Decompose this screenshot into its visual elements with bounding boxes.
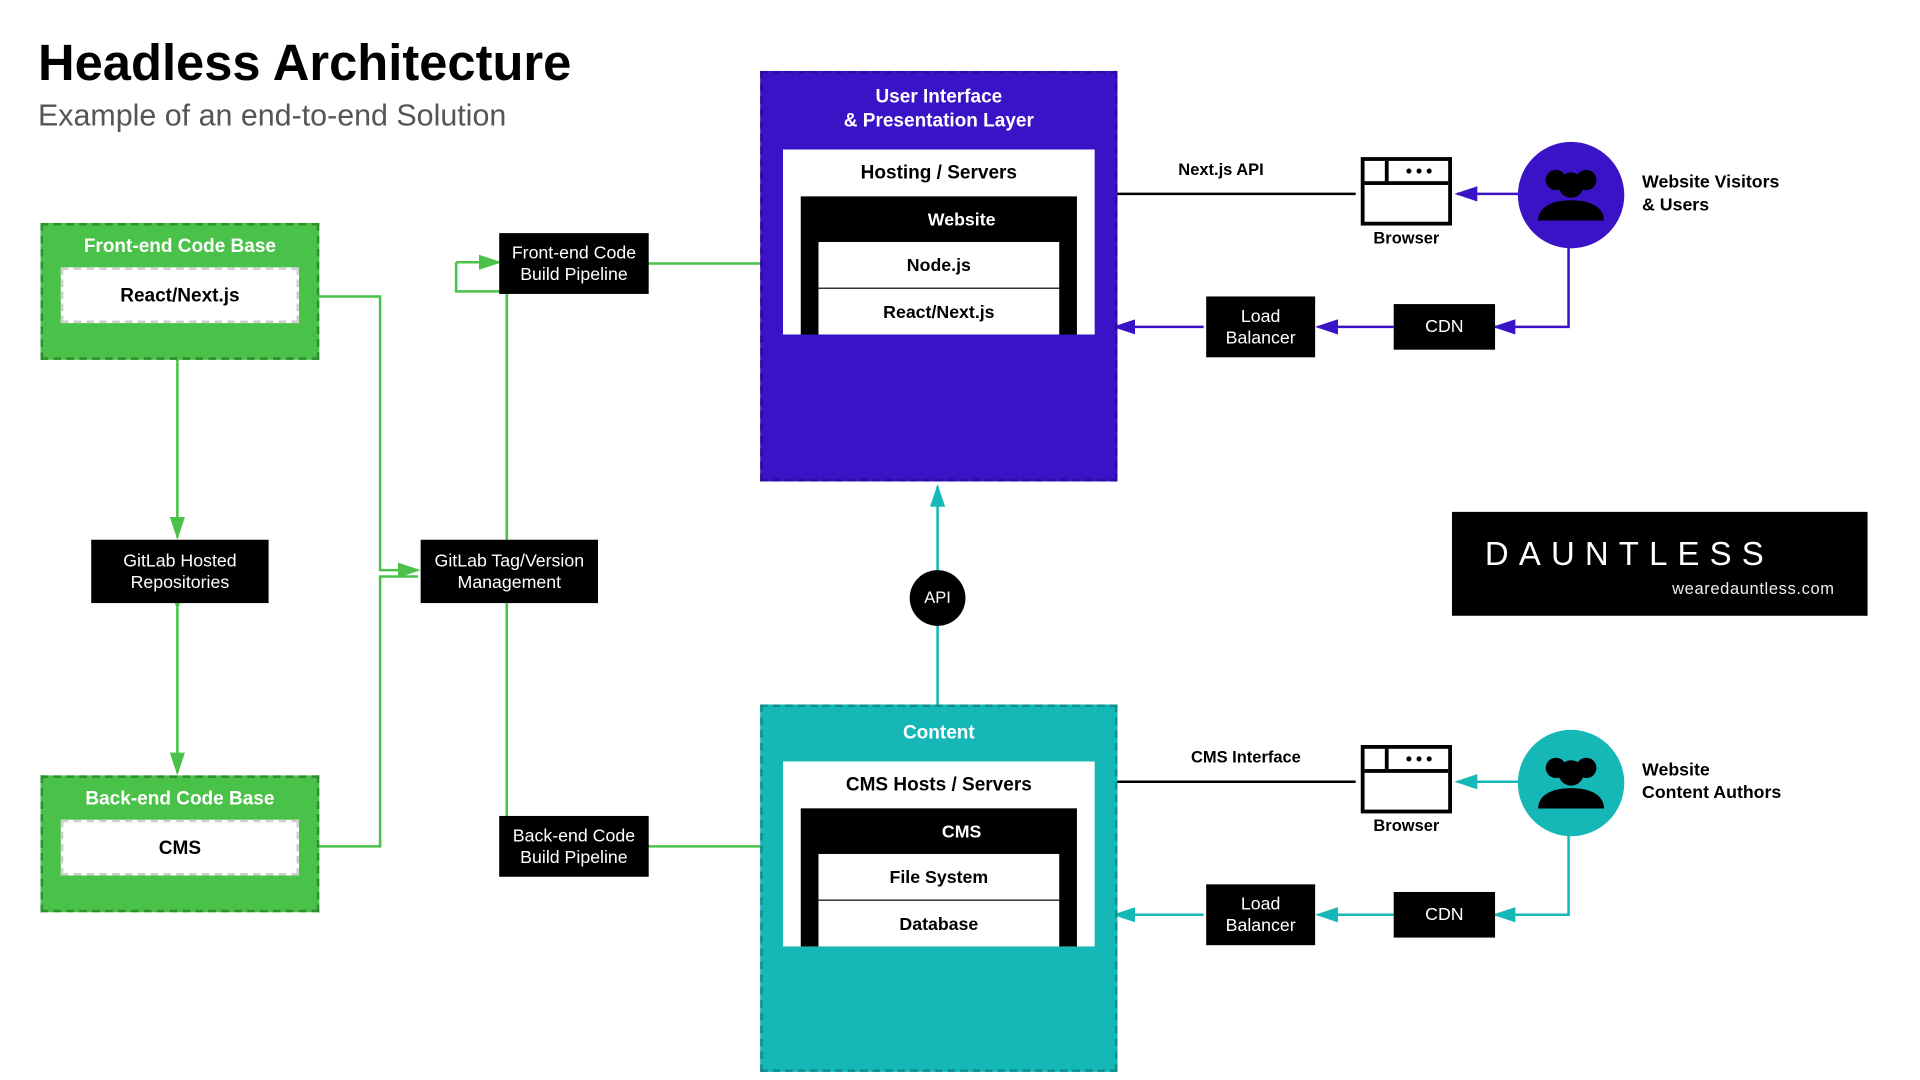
panel-content-layer: Content CMS Hosts / Servers CMS File Sys… [760, 704, 1117, 1071]
browser-icon-top: Browser [1361, 157, 1452, 225]
box-lb-top: LoadBalancer [1206, 296, 1315, 357]
label-cms-interface: CMS Interface [1191, 748, 1301, 767]
content-hosting: CMS Hosts / Servers CMS File System Data… [783, 761, 1095, 946]
front-code-item: React/Next.js [61, 267, 299, 323]
page-subtitle: Example of an end-to-end Solution [38, 99, 506, 134]
content-layer-title: Content [763, 707, 1115, 761]
ui-app: Website Node.js React/Next.js [801, 196, 1077, 334]
box-lb-bottom: LoadBalancer [1206, 884, 1315, 945]
panel-back-code-base: Back-end Code Base CMS [41, 775, 320, 912]
box-cdn-bottom: CDN [1394, 892, 1495, 938]
browser-icon-bottom: Browser [1361, 745, 1452, 813]
page-title: Headless Architecture [38, 35, 571, 92]
panel-ui-layer: User Interface& Presentation Layer Hosti… [760, 71, 1117, 482]
content-stack-0: File System [818, 854, 1059, 901]
brand-url: wearedauntless.com [1485, 579, 1835, 598]
ui-layer-title: User Interface& Presentation Layer [763, 73, 1115, 148]
back-code-header: Back-end Code Base [43, 778, 317, 820]
browser-label-top: Browser [1365, 228, 1449, 247]
panel-front-code-base: Front-end Code Base React/Next.js [41, 223, 320, 360]
ui-hosting-label: Hosting / Servers [783, 149, 1095, 196]
label-authors: WebsiteContent Authors [1642, 758, 1781, 804]
box-gitlab-repo: GitLab HostedRepositories [91, 540, 268, 603]
ui-stack-0: Node.js [818, 241, 1059, 288]
content-app: CMS File System Database [801, 808, 1077, 946]
label-visitors: Website Visitors& Users [1642, 170, 1779, 216]
box-fe-build: Front-end CodeBuild Pipeline [499, 233, 649, 294]
ui-app-label: Website [801, 196, 1077, 242]
back-code-item: CMS [61, 820, 299, 876]
box-gitlab-version: GitLab Tag/VersionManagement [421, 540, 598, 603]
users-icon-authors [1518, 730, 1624, 836]
ui-hosting: Hosting / Servers Website Node.js React/… [783, 149, 1095, 334]
box-cdn-top: CDN [1394, 304, 1495, 350]
brand-card: DAUNTLESS wearedauntless.com [1452, 512, 1868, 616]
api-node: API [910, 570, 966, 626]
content-app-label: CMS [801, 808, 1077, 854]
content-hosting-label: CMS Hosts / Servers [783, 761, 1095, 808]
users-icon-visitors [1518, 142, 1624, 248]
ui-stack-1: React/Next.js [818, 288, 1059, 334]
content-stack-1: Database [818, 901, 1059, 947]
browser-label-bottom: Browser [1365, 816, 1449, 835]
front-code-header: Front-end Code Base [43, 226, 317, 268]
box-be-build: Back-end CodeBuild Pipeline [499, 816, 649, 877]
label-nextjs-api: Next.js API [1178, 160, 1263, 179]
brand-logo: DAUNTLESS [1485, 535, 1835, 574]
